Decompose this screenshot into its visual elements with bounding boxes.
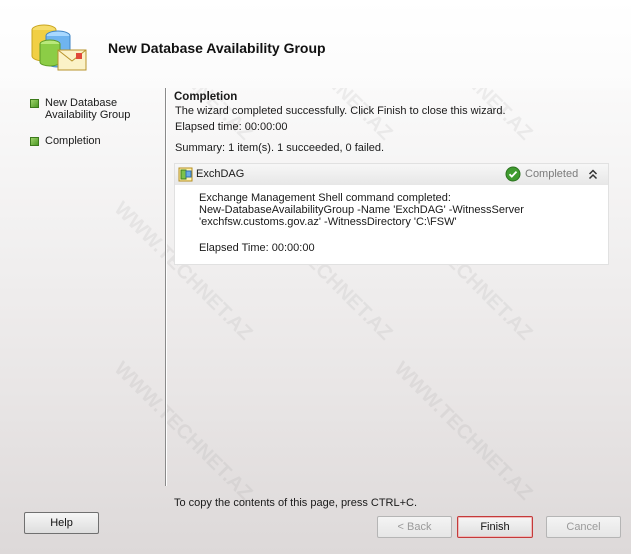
section-title: Completion (174, 91, 238, 103)
result-name: ExchDAG (196, 168, 245, 180)
help-button[interactable]: Help (24, 512, 99, 534)
step-complete-icon (30, 137, 39, 146)
elapsed-time: Elapsed time: 00:00:00 (175, 121, 288, 133)
success-message: The wizard completed successfully. Click… (175, 105, 506, 117)
result-details: Exchange Management Shell command comple… (199, 192, 604, 254)
database-mail-icon (31, 24, 87, 71)
dag-icon (178, 167, 193, 182)
nav-divider (165, 88, 167, 486)
nav-item-completion[interactable]: Completion (30, 135, 160, 147)
result-item: ExchDAG Completed Exchange Management Sh… (174, 163, 609, 265)
watermark: WWW.TECHNET.AZ (389, 357, 537, 505)
nav-item-label: Completion (45, 135, 101, 147)
nav-item-label: New Database Availability Group (45, 97, 131, 121)
cancel-button[interactable]: Cancel (546, 516, 621, 538)
status-badge: Completed (525, 168, 579, 180)
result-elapsed: Elapsed Time: 00:00:00 (199, 242, 315, 254)
result-line: Exchange Management Shell command comple… (199, 192, 451, 204)
wizard-nav: New Database Availability Group Completi… (30, 97, 160, 161)
result-header[interactable]: ExchDAG Completed (175, 164, 608, 185)
chevron-double-up-icon[interactable] (588, 169, 598, 180)
step-complete-icon (30, 99, 39, 108)
watermark: WWW.TECHNET.AZ (109, 357, 257, 505)
completion-panel: Completion The wizard completed successf… (174, 91, 614, 158)
summary-text: Summary: 1 item(s). 1 succeeded, 0 faile… (175, 142, 385, 154)
wizard-title: New Database Availability Group (108, 40, 326, 56)
result-line: 'exchfsw.customs.gov.az' -WitnessDirecto… (199, 216, 457, 228)
wizard-header: New Database Availability Group (0, 0, 631, 88)
finish-button[interactable]: Finish (457, 516, 533, 538)
check-circle-icon (505, 166, 521, 182)
result-line: New-DatabaseAvailabilityGroup -Name 'Exc… (199, 204, 524, 216)
nav-item-new-dag[interactable]: New Database Availability Group (30, 97, 160, 121)
back-button[interactable]: < Back (377, 516, 452, 538)
copy-hint: To copy the contents of this page, press… (174, 497, 418, 509)
